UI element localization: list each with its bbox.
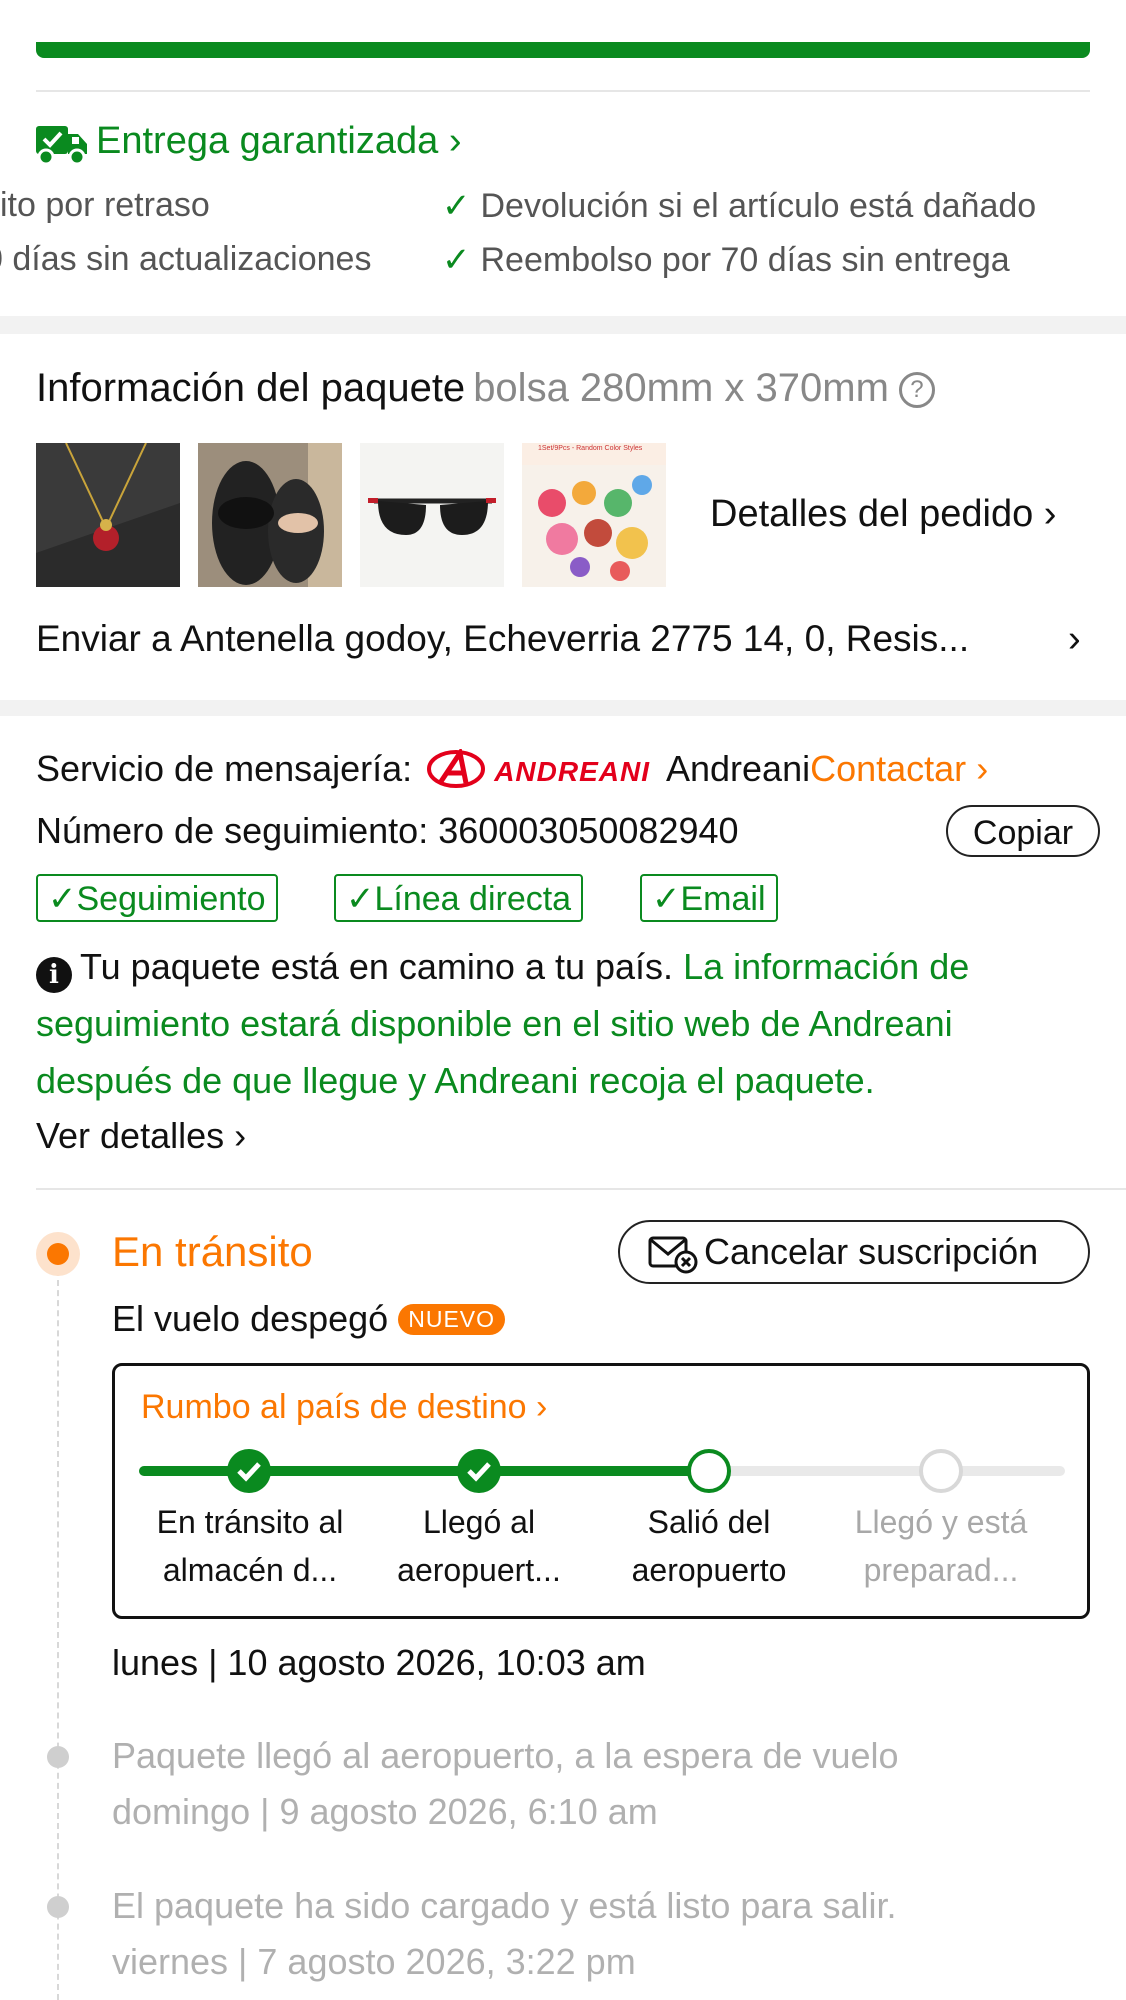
tracking-notice: i Tu paquete está en camino a tu país. La…: [36, 938, 1096, 1109]
delivery-progress-bar: [36, 42, 1090, 58]
view-details-link[interactable]: Ver detalles ›: [36, 1115, 246, 1157]
chevron-right-icon: ›: [976, 748, 989, 789]
courier-label: Servicio de mensajería:: [36, 748, 413, 789]
chevron-right-icon: ›: [448, 120, 462, 162]
step-done-check-icon: [227, 1449, 271, 1493]
guarantee-title: Entrega garantizada: [96, 120, 439, 162]
divider: [36, 1188, 1126, 1190]
check-icon: ✓: [48, 880, 77, 918]
ship-to-label: Enviar a: [36, 618, 172, 659]
new-badge: NUEVO: [398, 1304, 506, 1335]
route-link[interactable]: Rumbo al país de destino ›: [141, 1388, 547, 1427]
package-info-header: Información del paquete bolsa 280mm x 370…: [36, 366, 935, 411]
timeline-event: Paquete llegó al aeropuerto, a la espera…: [112, 1735, 899, 1832]
copy-button[interactable]: Copiar: [946, 805, 1100, 857]
section-separator: [0, 316, 1126, 334]
latest-event: El vuelo despegó NUEVO: [112, 1298, 506, 1340]
chevron-right-icon: ›: [234, 1115, 247, 1156]
chevron-right-icon[interactable]: ›: [1068, 618, 1081, 661]
tracking-row: Número de seguimiento: 360003050082940: [36, 810, 739, 852]
timeline-line: [57, 1270, 59, 2000]
latest-event-time: lunes | 10 agosto 2026, 10:03 am: [112, 1642, 646, 1683]
help-icon[interactable]: ?: [898, 372, 935, 409]
order-details-link[interactable]: Detalles del pedido ›: [710, 493, 1056, 536]
timeline-dot: [47, 1896, 69, 1918]
timeline-event: El paquete ha sido cargado y está listo …: [112, 1885, 897, 1982]
step-pending-dot: [919, 1449, 963, 1493]
check-icon: ✓: [346, 880, 375, 918]
unsubscribe-button[interactable]: Cancelar suscripción: [618, 1220, 1090, 1284]
courier-name: Andreani: [665, 748, 811, 789]
mail-cancel-icon: [648, 1236, 698, 1274]
guarantee-item: ito por retraso: [0, 186, 210, 224]
chevron-right-icon: ›: [536, 1388, 548, 1426]
check-icon: ✓: [442, 241, 471, 279]
progress-fill: [139, 1466, 701, 1476]
ship-to-address: Antenella godoy, Echeverria 2775 14, 0, …: [179, 618, 970, 659]
step-label: Llegó y está preparad...: [854, 1504, 1028, 1588]
section-separator: [0, 700, 1126, 716]
hotline-tag: ✓Línea directa: [334, 874, 584, 922]
step-label: Llegó al aeropuert...: [397, 1504, 561, 1588]
check-icon: ✓: [442, 187, 471, 225]
andreani-logo-icon: [427, 746, 486, 788]
divider: [36, 90, 1090, 92]
route-progress-card: Rumbo al país de destino › En tránsito a…: [112, 1363, 1090, 1619]
sunglasses-thumbnail[interactable]: [360, 443, 504, 587]
contact-link[interactable]: Contactar ›: [810, 748, 988, 789]
necklace-thumbnail[interactable]: [36, 443, 180, 587]
email-tag: ✓Email: [640, 874, 778, 922]
chevron-right-icon: ›: [1043, 493, 1057, 535]
step-label: En tránsito al almacén d...: [156, 1504, 344, 1588]
delivery-truck-icon: [36, 126, 87, 166]
step-done-check-icon: [457, 1449, 501, 1493]
step-label: Salió del aeropuerto: [631, 1504, 787, 1588]
package-title: Información del paquete: [36, 366, 466, 410]
tracking-tag: ✓Seguimiento: [36, 874, 278, 922]
guarantee-link[interactable]: Entrega garantizada ›: [96, 120, 461, 163]
ship-to-row[interactable]: Enviar a Antenella godoy, Echeverria 277…: [36, 618, 969, 660]
package-size: bolsa 280mm x 370mm: [473, 366, 889, 410]
timeline-dot: [47, 1746, 69, 1768]
andreani-logo-text: ANDREANI: [494, 756, 650, 787]
guarantee-item: ✓ Devolución si el artículo está dañado: [442, 187, 1037, 225]
toy-set-thumbnail[interactable]: 1Set/9Pcs - Random Color Styles: [522, 443, 666, 587]
guarantee-item: ✓ Reembolso por 70 días sin entrega: [442, 241, 1010, 279]
notice-text: Tu paquete está en camino a tu país.: [80, 946, 674, 987]
courier-row: Servicio de mensajería: ANDREANI Andrean…: [36, 746, 988, 790]
status-title: En tránsito: [112, 1228, 313, 1275]
check-icon: ✓: [652, 880, 681, 918]
current-status-dot: [36, 1232, 80, 1276]
thumbnail-caption: 1Set/9Pcs - Random Color Styles: [538, 445, 643, 452]
info-icon: i: [36, 957, 72, 993]
tracking-number: 360003050082940: [438, 810, 739, 851]
guarantee-item: 0 días sin actualizaciones: [0, 240, 372, 278]
step-current-dot: [687, 1449, 731, 1493]
tracking-label: Número de seguimiento:: [36, 810, 429, 851]
slippers-thumbnail[interactable]: [198, 443, 342, 587]
